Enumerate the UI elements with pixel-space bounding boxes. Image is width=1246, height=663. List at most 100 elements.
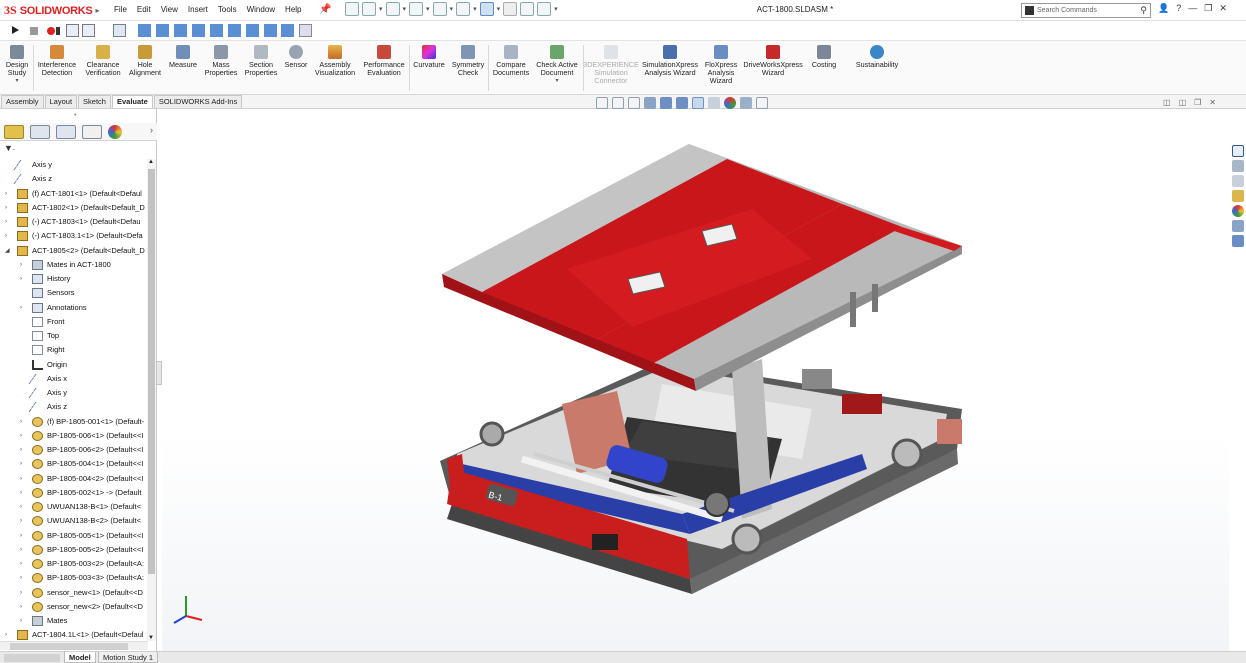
design-study-button[interactable]: Design Study ▾ — [3, 45, 31, 85]
pin-icon[interactable]: 📌 — [319, 4, 331, 15]
measure-button[interactable]: Measure — [166, 45, 200, 69]
print-icon[interactable] — [432, 2, 447, 16]
expand-icon[interactable]: › — [20, 472, 22, 486]
tree-item[interactable]: › UWUAN138-B<1> (Default< — [0, 500, 148, 514]
expand-icon[interactable]: › — [20, 571, 22, 585]
expand-icon[interactable]: › — [20, 457, 22, 471]
tree-item[interactable]: › Mates in ACT-1800 — [0, 258, 148, 272]
tree-item[interactable]: Axis y — [0, 386, 148, 400]
scroll-thumb[interactable] — [148, 169, 155, 574]
restore-icon[interactable]: ❐ — [1194, 98, 1201, 107]
filter-icon[interactable]: ▼- — [4, 143, 15, 153]
tab-model[interactable]: Model — [64, 652, 96, 663]
expand-icon[interactable]: › — [20, 500, 22, 514]
compare-documents-button[interactable]: Compare Documents — [490, 45, 532, 77]
tab-evaluate[interactable]: Evaluate — [111, 95, 153, 108]
tree-item[interactable]: Axis z — [0, 400, 148, 414]
chevron-down-icon[interactable]: ▾ — [426, 5, 430, 13]
traffic-light-icon[interactable] — [503, 2, 518, 16]
costing-button[interactable]: Costing — [808, 45, 840, 69]
home-icon[interactable] — [345, 2, 359, 16]
menu-file[interactable]: File — [114, 5, 127, 14]
options-gear-icon[interactable] — [537, 2, 552, 16]
tab-layout[interactable]: Layout — [44, 95, 78, 108]
display-style-icon[interactable] — [692, 97, 704, 109]
record-icon[interactable] — [46, 25, 62, 37]
expand-icon[interactable]: › — [20, 543, 22, 557]
search-icon[interactable]: ⚲ — [1140, 5, 1147, 16]
restore-icon[interactable]: ❐ — [1204, 3, 1212, 14]
tree-item[interactable]: › (f) ACT-1801<1> (Default<Defaul — [0, 187, 148, 201]
previous-view-icon[interactable] — [628, 97, 640, 109]
tree-item[interactable]: Front — [0, 315, 148, 329]
simulationxpress-button[interactable]: SimulationXpress Analysis Wizard — [640, 45, 700, 77]
hide-show-items-icon[interactable] — [708, 97, 720, 109]
tree-item[interactable]: › BP-1805-004<2> (Default<<I — [0, 472, 148, 486]
tree-item[interactable]: › ACT-1802<1> (Default<Default_D — [0, 201, 148, 215]
tree-item[interactable]: › BP-1805-003<2> (Default<A: — [0, 557, 148, 571]
view-right-icon[interactable] — [192, 24, 205, 37]
tree-item[interactable]: › History — [0, 272, 148, 286]
chevron-down-icon[interactable]: ▾ — [450, 5, 454, 13]
tree-item[interactable]: Axis x — [0, 372, 148, 386]
tree-item[interactable]: Top — [0, 329, 148, 343]
expand-icon[interactable]: › — [20, 272, 22, 286]
dynamic-annotation-icon[interactable] — [660, 97, 672, 109]
tree-item[interactable]: › BP-1805-003<3> (Default<A: — [0, 571, 148, 585]
collapse-icon[interactable]: ◢ — [5, 244, 10, 258]
chevron-down-icon[interactable]: ▾ — [554, 5, 558, 13]
tab-sketch[interactable]: Sketch — [78, 95, 111, 108]
chevron-down-icon[interactable]: ▾ — [497, 5, 501, 13]
view-orientation-icon[interactable] — [676, 97, 688, 109]
select-cursor-icon[interactable] — [479, 2, 494, 16]
expand-icon[interactable]: › — [20, 600, 22, 614]
feature-manager-tab-icon[interactable] — [4, 125, 24, 139]
tree-item[interactable]: › BP-1805-005<1> (Default<<I — [0, 529, 148, 543]
check-active-document-button[interactable]: Check Active Document ▾ — [534, 45, 580, 85]
scroll-up-icon[interactable]: ▲ — [148, 159, 154, 165]
dimxpert-tab-icon[interactable] — [82, 125, 102, 139]
close-icon[interactable]: ✕ — [1219, 3, 1227, 14]
expand-icon[interactable]: › — [20, 301, 22, 315]
menu-edit[interactable]: Edit — [137, 5, 151, 14]
expand-icon[interactable]: › — [20, 258, 22, 272]
user-icon[interactable]: 👤 — [1158, 3, 1169, 14]
stop-icon[interactable] — [30, 27, 38, 35]
zoom-to-fit-icon[interactable] — [596, 97, 608, 109]
chevron-down-icon[interactable]: ▾ — [403, 5, 407, 13]
expand-icon[interactable]: › — [20, 586, 22, 600]
apply-scene-icon[interactable] — [740, 97, 752, 109]
menu-insert[interactable]: Insert — [188, 5, 208, 14]
symmetry-check-button[interactable]: Symmetry Check — [450, 45, 486, 77]
hscroll-thumb[interactable] — [10, 643, 128, 650]
tree-item[interactable]: › BP-1805-005<2> (Default<<I — [0, 543, 148, 557]
expand-icon[interactable]: › — [20, 443, 22, 457]
solidworks-logo[interactable]: 3S SOLIDWORKS ▸ — [4, 3, 99, 18]
view-top-icon[interactable] — [210, 24, 223, 37]
display-manager-tab-icon[interactable] — [108, 125, 122, 139]
view-dimetric-icon[interactable] — [264, 24, 277, 37]
tree-item[interactable]: › UWUAN138-B<2> (Default< — [0, 514, 148, 528]
file-properties-icon[interactable] — [520, 2, 535, 16]
help-icon[interactable]: ? — [1176, 3, 1181, 14]
menu-help[interactable]: Help — [285, 5, 301, 14]
view-back-icon[interactable] — [156, 24, 169, 37]
file-explorer-icon[interactable] — [1231, 190, 1244, 202]
sustainability-button[interactable]: Sustainability — [852, 45, 902, 69]
tab-scroll-arrows[interactable] — [4, 654, 60, 662]
play-icon[interactable] — [10, 25, 20, 35]
tree-item[interactable]: › Mates — [0, 614, 148, 628]
expand-icon[interactable]: › — [20, 614, 22, 628]
expand-icon[interactable]: › — [5, 229, 7, 243]
expand-icon[interactable]: › — [20, 429, 22, 443]
undo-icon[interactable] — [456, 2, 471, 16]
tree-vertical-scrollbar[interactable]: ▲ ▼ — [147, 159, 156, 641]
expand-icon[interactable]: › — [20, 557, 22, 571]
expand-icon[interactable]: › — [5, 187, 7, 201]
chevron-down-icon[interactable]: ▾ — [379, 5, 383, 13]
appearances-icon[interactable] — [1231, 205, 1244, 217]
tab-solidworks-add-ins[interactable]: SOLIDWORKS Add-Ins — [153, 95, 243, 108]
configuration-manager-tab-icon[interactable] — [56, 125, 76, 139]
tree-item[interactable]: Right — [0, 343, 148, 357]
zoom-to-area-icon[interactable] — [612, 97, 624, 109]
